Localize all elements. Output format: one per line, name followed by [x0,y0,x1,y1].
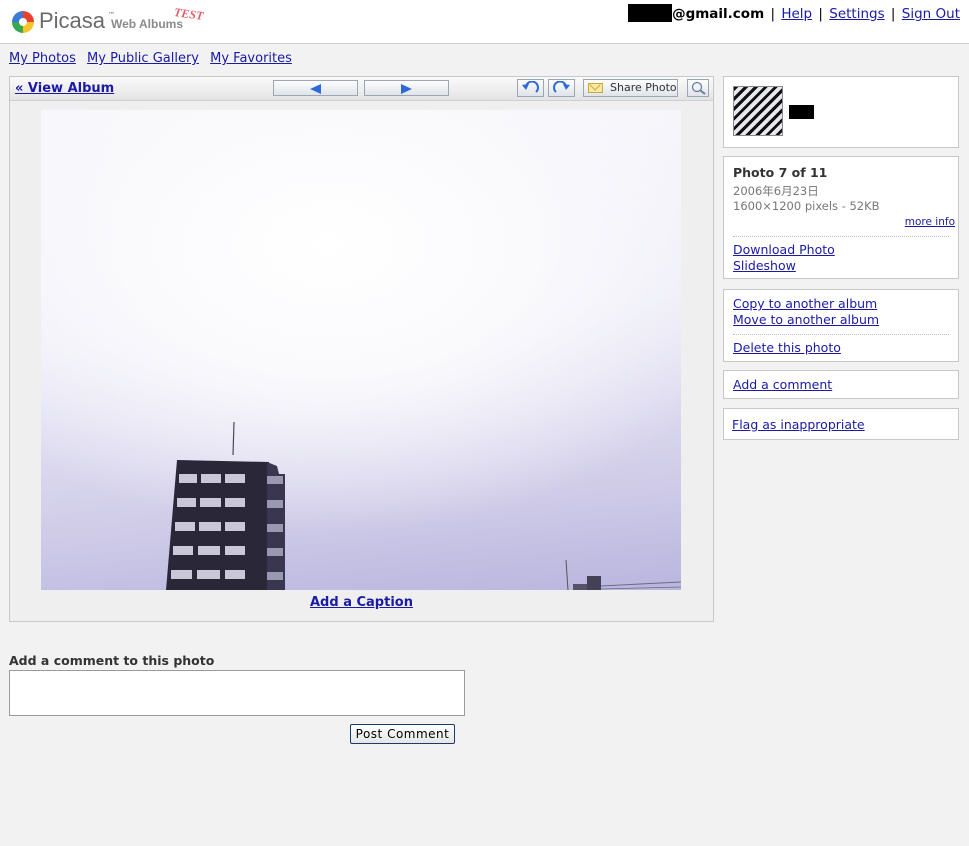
album-owner-box [723,76,959,148]
post-comment-button[interactable]: Post Comment [350,724,455,744]
envelope-icon [588,83,603,93]
separator: | [770,6,776,22]
arrow-left-icon [310,84,321,94]
share-photo-label: Share Photo [610,81,677,94]
user-bar: @gmail.com | Help | Settings | Sign Out [628,4,960,22]
main-nav: My Photos My Public Gallery My Favorites [9,51,299,66]
download-photo-link[interactable]: Download Photo [733,242,835,257]
redacted-owner-name [789,105,814,119]
flag-box: Flag as inappropriate [723,408,959,440]
rotate-left-icon [522,81,539,93]
comment-textarea[interactable] [9,670,465,716]
photo-dimensions: 1600×1200 pixels - 52KB [733,199,880,213]
photo-info-box: Photo 7 of 11 2006年6月23日 1600×1200 pixel… [723,156,959,279]
settings-link[interactable]: Settings [829,6,884,22]
nav-my-public-gallery[interactable]: My Public Gallery [87,51,199,66]
nav-my-photos[interactable]: My Photos [9,51,76,66]
photo-panel: « View Album Share Photo Add a Caption [9,76,714,622]
album-thumbnail[interactable] [733,86,783,136]
slideshow-link[interactable]: Slideshow [733,258,796,273]
user-email: @gmail.com [672,6,765,22]
photo-date: 2006年6月23日 [733,184,819,198]
photo-toolbar: « View Album Share Photo [10,77,713,101]
brand-name: Picasa [39,8,106,33]
help-link[interactable]: Help [781,6,812,22]
add-comment-box: Add a comment [723,370,959,399]
view-album-link[interactable]: « View Album [15,81,114,96]
share-photo-button[interactable]: Share Photo [583,79,678,97]
rotate-right-icon [553,81,570,93]
photo-position: Photo 7 of 11 [733,165,828,180]
photo-actions-box: Copy to another album Move to another al… [723,289,959,362]
arrow-right-icon [401,84,412,94]
sign-out-link[interactable]: Sign Out [902,6,960,22]
separator: | [818,6,823,22]
flag-inappropriate-link[interactable]: Flag as inappropriate [732,417,865,432]
magnifier-icon [691,81,706,95]
rotate-right-button[interactable] [548,79,575,97]
comment-label: Add a comment to this photo [9,653,215,668]
picasa-logo-icon [12,11,34,33]
zoom-button[interactable] [687,79,709,97]
rotate-left-button[interactable] [517,79,544,97]
page-header: Picasa ™ Web Albums TEST @gmail.com | He… [0,0,969,44]
next-photo-button[interactable] [364,80,449,96]
previous-photo-button[interactable] [273,80,358,96]
nav-my-favorites[interactable]: My Favorites [210,51,292,66]
delete-photo-link[interactable]: Delete this photo [733,340,841,355]
photo-building-scene [166,421,681,590]
add-caption-link[interactable]: Add a Caption [10,595,713,610]
redacted-username [628,4,673,22]
divider [733,334,949,335]
move-to-album-link[interactable]: Move to another album [733,312,879,327]
copy-to-album-link[interactable]: Copy to another album [733,296,877,311]
divider [733,236,949,237]
separator: | [890,6,896,22]
main-photo[interactable] [41,110,681,590]
more-info-link[interactable]: more info [905,216,955,228]
add-comment-link[interactable]: Add a comment [733,377,832,392]
